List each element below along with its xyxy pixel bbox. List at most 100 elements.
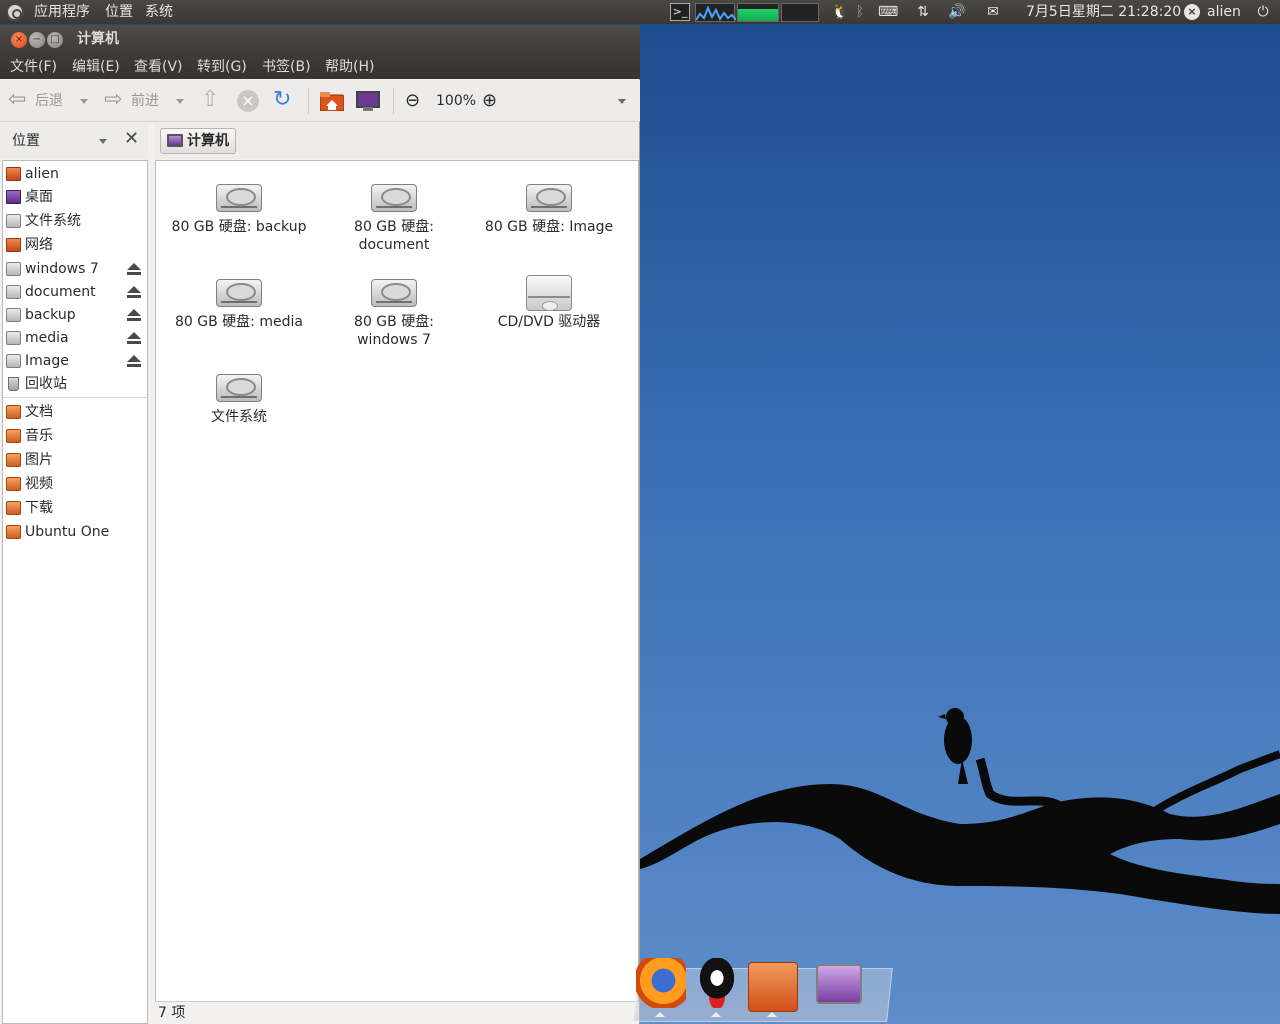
sidebar-item-label: 文件系统	[25, 213, 81, 229]
sidebar-bookmark-music[interactable]: 音乐	[3, 425, 149, 448]
bluetooth-icon[interactable]: ᛒ	[850, 2, 870, 22]
sidebar-bookmark-ubuntu-one[interactable]: Ubuntu One	[3, 521, 149, 544]
computer-svg	[356, 91, 380, 111]
eject-icon[interactable]	[127, 309, 141, 322]
eject-icon[interactable]	[127, 263, 141, 276]
sidebar-type-select[interactable]: 位置	[12, 130, 40, 150]
stop-icon[interactable]: ×	[237, 90, 259, 112]
sidebar-header: 位置 ✕	[0, 123, 148, 159]
forward-button[interactable]: 前进	[131, 89, 159, 113]
file-item-windows7[interactable]: 80 GB 硬盘: windows 7	[314, 271, 474, 349]
home-icon[interactable]	[319, 92, 345, 112]
sidebar-item-label: media	[25, 330, 69, 346]
eject-icon[interactable]	[127, 286, 141, 299]
file-item-document[interactable]: 80 GB 硬盘: document	[314, 176, 474, 254]
network-icon[interactable]: ⇅	[913, 2, 933, 22]
sidebar-item-media[interactable]: media	[3, 327, 149, 350]
reload-icon[interactable]: ↻	[273, 89, 291, 113]
file-view[interactable]: 80 GB 硬盘: backup 80 GB 硬盘: document 80 G…	[155, 160, 639, 1024]
computer-icon	[167, 134, 183, 147]
folder-icon	[6, 453, 21, 467]
file-item-backup[interactable]: 80 GB 硬盘: backup	[159, 176, 319, 236]
menu-edit[interactable]: 编辑(E)	[72, 55, 120, 79]
sidebar-bookmark-pictures[interactable]: 图片	[3, 449, 149, 472]
computer-icon[interactable]	[356, 91, 380, 111]
file-item-filesystem[interactable]: 文件系统	[159, 366, 319, 426]
toolbar-overflow-dropdown[interactable]	[618, 99, 626, 104]
clock[interactable]: 7月5日星期二 21:28:20	[1026, 0, 1181, 24]
menubar: 文件(F) 编辑(E) 查看(V) 转到(G) 书签(B) 帮助(H)	[0, 55, 640, 79]
menu-file[interactable]: 文件(F)	[10, 55, 57, 79]
sidebar-item-network[interactable]: 网络	[3, 234, 149, 257]
window-minimize-button[interactable]: −	[29, 32, 45, 48]
window-close-button[interactable]: ×	[11, 32, 27, 48]
back-button[interactable]: 后退	[35, 89, 63, 113]
folder-icon	[6, 501, 21, 515]
sidebar-item-windows7[interactable]: windows 7	[3, 258, 149, 281]
toolbar-separator	[393, 88, 394, 114]
menu-places[interactable]: 位置	[105, 0, 133, 24]
memory-graph-icon[interactable]	[737, 3, 779, 22]
user-name[interactable]: alien	[1207, 0, 1241, 24]
file-item-image[interactable]: 80 GB 硬盘: Image	[469, 176, 629, 236]
sidebar-item-label: Image	[25, 353, 69, 369]
menu-go[interactable]: 转到(G)	[197, 55, 247, 79]
hard-drive-icon	[216, 184, 262, 212]
sidebar-item-trash[interactable]: 回收站	[3, 373, 149, 396]
cpu-graph-icon[interactable]	[695, 3, 737, 22]
zoom-out-icon[interactable]: ⊖	[405, 89, 420, 113]
folder-icon	[6, 477, 21, 491]
menu-system[interactable]: 系统	[145, 0, 173, 24]
eject-icon[interactable]	[127, 355, 141, 368]
menu-applications[interactable]: 应用程序	[34, 0, 90, 24]
eject-icon[interactable]	[127, 332, 141, 345]
sidebar-item-filesystem[interactable]: 文件系统	[3, 210, 149, 233]
sidebar-bookmark-documents[interactable]: 文档	[3, 401, 149, 424]
terminal-icon[interactable]: >_	[670, 3, 690, 21]
sidebar-item-backup[interactable]: backup	[3, 304, 149, 327]
menu-help[interactable]: 帮助(H)	[325, 55, 374, 79]
running-indicator	[767, 1012, 777, 1017]
sidebar-bookmark-videos[interactable]: 视频	[3, 473, 149, 496]
power-icon[interactable]: ⏻	[1253, 2, 1273, 22]
window-maximize-button[interactable]: □	[47, 32, 63, 48]
user-status-icon[interactable]: ×	[1184, 4, 1200, 20]
home-folder-icon[interactable]	[748, 962, 798, 1012]
firefox-icon[interactable]	[636, 958, 686, 1008]
volume-icon[interactable]: 🔊	[947, 2, 967, 22]
sidebar-item-image[interactable]: Image	[3, 350, 149, 373]
sidebar-item-alien[interactable]: alien	[3, 163, 149, 186]
path-button-computer[interactable]: 计算机	[160, 128, 236, 154]
computer-icon[interactable]	[816, 964, 862, 1004]
toolbar-separator	[308, 88, 309, 114]
sidebar-bookmark-downloads[interactable]: 下载	[3, 497, 149, 520]
keyboard-icon[interactable]: ⌨	[878, 2, 898, 22]
network-graph-icon[interactable]	[781, 3, 819, 22]
forward-history-dropdown[interactable]	[176, 99, 184, 104]
menu-view[interactable]: 查看(V)	[134, 55, 183, 79]
file-item-cdrom[interactable]: CD/DVD 驱动器	[469, 271, 629, 331]
zoom-level[interactable]: 100%	[436, 89, 476, 113]
sidebar-item-desktop[interactable]: 桌面	[3, 186, 149, 209]
mail-icon[interactable]: ✉	[983, 2, 1003, 22]
sidebar-item-document[interactable]: document	[3, 281, 149, 304]
window-titlebar[interactable]: × − □ 计算机	[0, 25, 640, 55]
drive-icon	[6, 285, 21, 299]
qq-icon[interactable]: 🐧	[830, 2, 850, 22]
qq-icon[interactable]	[692, 958, 742, 1008]
up-arrow-icon[interactable]: ⇧	[201, 89, 219, 113]
menu-bookmarks[interactable]: 书签(B)	[262, 55, 311, 79]
drive-icon	[6, 354, 21, 368]
sidebar-item-label: alien	[25, 166, 59, 182]
hard-drive-icon	[526, 184, 572, 212]
zoom-in-icon[interactable]: ⊕	[482, 89, 497, 113]
sidebar-close-icon[interactable]: ✕	[124, 128, 139, 149]
back-history-dropdown[interactable]	[80, 99, 88, 104]
file-item-media[interactable]: 80 GB 硬盘: media	[159, 271, 319, 331]
sidebar-type-dropdown[interactable]	[99, 139, 107, 144]
ubuntu-logo-icon[interactable]	[6, 3, 24, 21]
file-item-label: 80 GB 硬盘: windows 7	[354, 314, 434, 348]
folder-icon	[6, 405, 21, 419]
sidebar-item-label: 网络	[25, 237, 53, 253]
sidebar-item-label: 视频	[25, 476, 53, 492]
